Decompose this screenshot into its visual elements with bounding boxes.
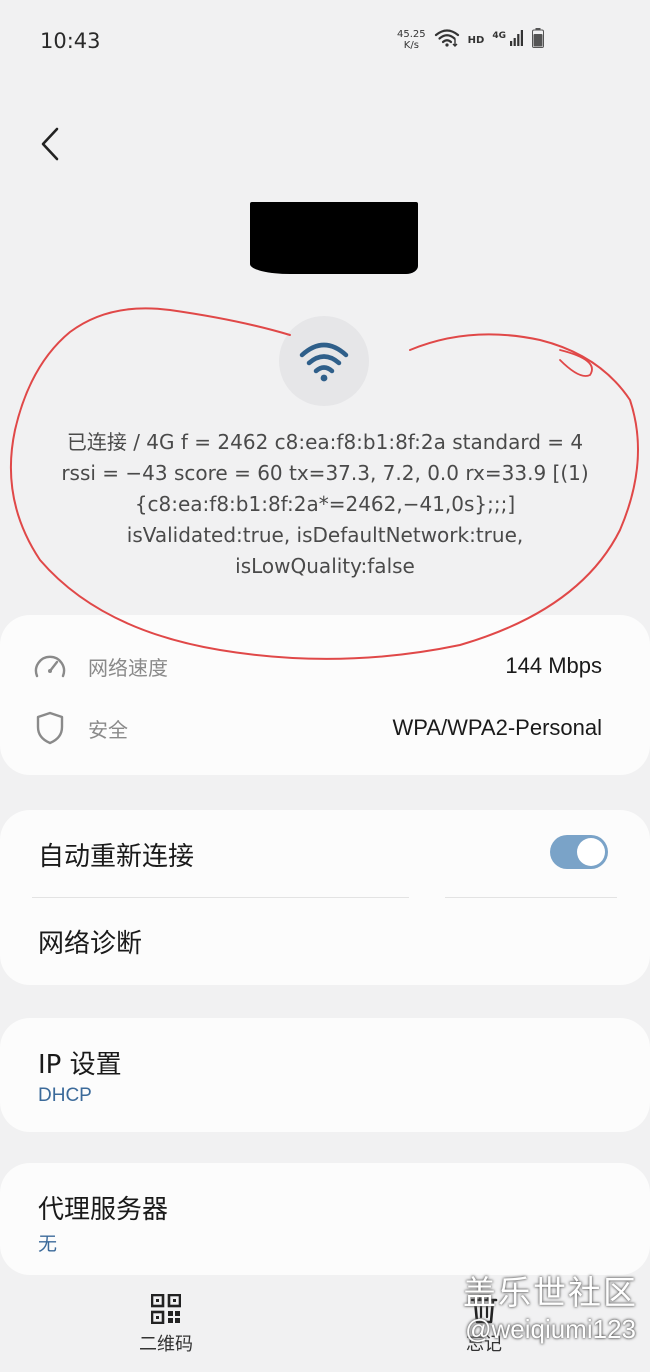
wifi-icon bbox=[299, 342, 349, 382]
status-icons: 45.25 K/s HD 4G bbox=[397, 28, 544, 52]
ip-settings-title: IP 设置 bbox=[38, 1050, 122, 1080]
signal-icon bbox=[510, 30, 524, 50]
options-card: 自动重新连接 网络诊断 bbox=[0, 810, 650, 985]
network-speed-label: 网络速度 bbox=[88, 655, 168, 680]
watermark-title: 盖乐世社区 bbox=[463, 1273, 638, 1312]
connection-debug-info: 已连接 / 4G f = 2462 c8:ea:f8:b1:8f:2a stan… bbox=[20, 427, 630, 582]
network-speed-value: 144 Mbps bbox=[505, 653, 602, 678]
network-diagnostics-label: 网络诊断 bbox=[38, 929, 143, 959]
auto-reconnect-toggle[interactable] bbox=[550, 835, 608, 869]
proxy-card[interactable]: 代理服务器 无 bbox=[0, 1163, 650, 1275]
watermark-handle: @weiqiumi123 bbox=[465, 1314, 636, 1344]
battery-icon bbox=[532, 28, 544, 52]
ip-settings-card[interactable]: IP 设置 DHCP bbox=[0, 1018, 650, 1132]
auto-reconnect-label: 自动重新连接 bbox=[38, 841, 195, 872]
security-row: 安全 WPA/WPA2-Personal bbox=[0, 703, 650, 753]
network-speed-value: 45.25 bbox=[397, 29, 426, 40]
debug-line: rssi = −43 score = 60 tx=37.3, 7.2, 0.0 … bbox=[61, 461, 589, 485]
debug-line: isLowQuality:false bbox=[235, 554, 415, 578]
debug-line: 已连接 / 4G f = 2462 c8:ea:f8:b1:8f:2a stan… bbox=[66, 430, 584, 454]
network-diagnostics-row[interactable]: 网络诊断 bbox=[0, 898, 650, 985]
shield-icon bbox=[32, 710, 68, 746]
network-speed-unit: K/s bbox=[403, 40, 419, 51]
debug-line: isValidated:true, isDefaultNetwork:true, bbox=[126, 523, 524, 547]
status-bar: 10:43 45.25 K/s HD 4G bbox=[0, 0, 650, 84]
qr-code-button[interactable]: 二维码 bbox=[130, 1294, 202, 1356]
ip-settings-value: DHCP bbox=[38, 1085, 92, 1106]
network-info-card: 网络速度 144 Mbps 安全 WPA/WPA2-Personal bbox=[0, 615, 650, 775]
proxy-value: 无 bbox=[38, 1233, 58, 1255]
auto-reconnect-row[interactable]: 自动重新连接 bbox=[0, 810, 650, 898]
network-type-label: 4G bbox=[492, 31, 506, 41]
chevron-left-icon bbox=[41, 127, 59, 161]
qr-code-icon bbox=[151, 1294, 181, 1324]
debug-line: {c8:ea:f8:b1:8f:2a*=2462,−41,0s};;;] bbox=[134, 492, 516, 516]
speedometer-icon bbox=[32, 648, 68, 684]
redacted-network-name bbox=[250, 202, 418, 274]
qr-code-label: 二维码 bbox=[139, 1334, 193, 1355]
status-time: 10:43 bbox=[40, 29, 101, 53]
hd-label: HD bbox=[467, 34, 485, 46]
security-value: WPA/WPA2-Personal bbox=[392, 715, 602, 740]
wifi-badge bbox=[279, 316, 369, 406]
network-speed-row: 网络速度 144 Mbps bbox=[0, 641, 650, 691]
wifi-status-icon bbox=[434, 28, 460, 52]
security-label: 安全 bbox=[88, 717, 128, 742]
back-button[interactable] bbox=[30, 122, 70, 166]
toggle-knob bbox=[577, 838, 605, 866]
network-speed-indicator: 45.25 K/s bbox=[397, 29, 426, 51]
proxy-title: 代理服务器 bbox=[38, 1195, 169, 1225]
